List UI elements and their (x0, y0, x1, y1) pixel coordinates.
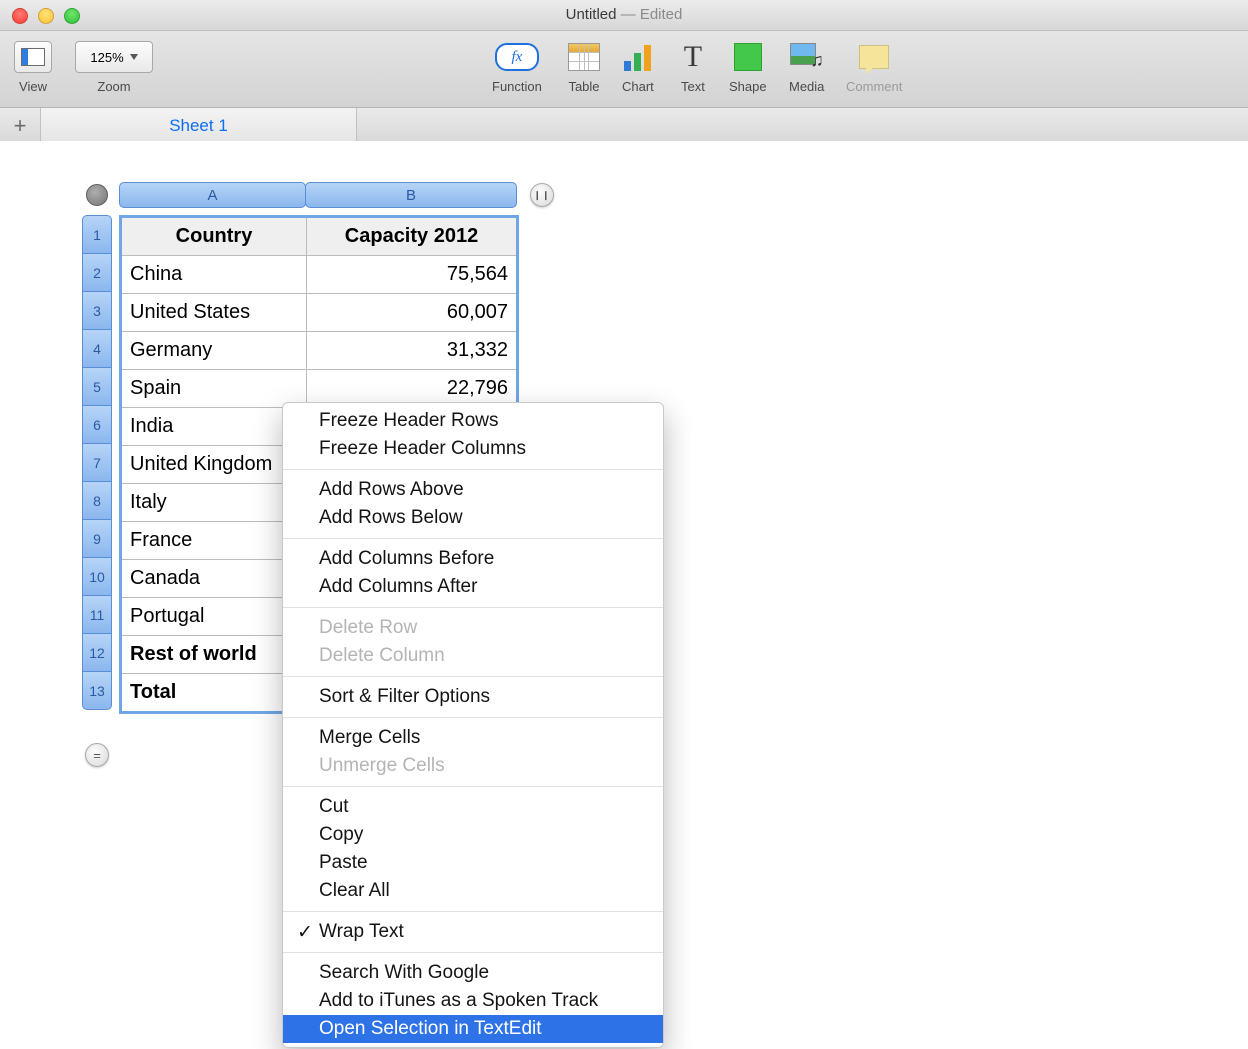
view-icon (21, 48, 45, 66)
menu-item[interactable]: Add Columns After (283, 573, 663, 601)
menu-item[interactable]: Sort & Filter Options (283, 683, 663, 711)
context-menu: Freeze Header RowsFreeze Header Columns A… (282, 402, 664, 1048)
menu-separator (283, 786, 663, 787)
cell-country[interactable]: Canada (121, 560, 307, 598)
menu-item[interactable]: Add to iTunes as a Spoken Track (283, 987, 663, 1015)
table-select-handle[interactable] (86, 184, 108, 206)
menu-item[interactable]: Clear All (283, 877, 663, 905)
sheet-tab[interactable]: Sheet 1 (41, 108, 357, 143)
menu-item: Delete Column (283, 642, 663, 670)
menu-item[interactable]: Add Rows Below (283, 504, 663, 532)
cell-country[interactable]: Germany (121, 332, 307, 370)
document-status: — Edited (621, 6, 683, 23)
column-header-b[interactable]: B (305, 182, 517, 208)
menu-item[interactable]: Add Rows Above (283, 476, 663, 504)
zoom-value: 125% (90, 50, 123, 65)
cell-country[interactable]: United States (121, 294, 307, 332)
header-country[interactable]: Country (121, 217, 307, 256)
cell-country[interactable]: Total (121, 674, 307, 713)
menu-item[interactable]: Freeze Header Columns (283, 435, 663, 463)
menu-item: Unmerge Cells (283, 752, 663, 780)
titlebar: Untitled — Edited (0, 0, 1248, 31)
toolbar: View 125% Zoom fx Function Table Chart T… (0, 31, 1248, 108)
row-header[interactable]: 6 (82, 405, 112, 444)
window-title: Untitled — Edited (0, 0, 1248, 30)
cell-country[interactable]: Italy (121, 484, 307, 522)
menu-item[interactable]: Search With Google (283, 959, 663, 987)
text-icon: T (684, 40, 702, 74)
menu-item[interactable]: Copy (283, 821, 663, 849)
view-label: View (14, 79, 52, 94)
row-header[interactable]: 7 (82, 443, 112, 482)
row-header[interactable]: 2 (82, 253, 112, 292)
row-header[interactable]: 11 (82, 595, 112, 634)
text-button[interactable]: Text (681, 79, 705, 94)
cell-country[interactable]: India (121, 408, 307, 446)
row-header[interactable]: 13 (82, 671, 112, 710)
row-header[interactable]: 10 (82, 557, 112, 596)
menu-separator (283, 676, 663, 677)
cell-capacity[interactable]: 31,332 (307, 332, 518, 370)
cell-country[interactable]: Portugal (121, 598, 307, 636)
app-window: Untitled — Edited View 125% Zoom fx Func… (0, 0, 1248, 1049)
view-button[interactable] (14, 41, 52, 73)
zoom-label: Zoom (75, 79, 153, 94)
menu-item[interactable]: Wrap Text (283, 918, 663, 946)
sheet-tabs-bar: + Sheet 1 (0, 108, 1248, 144)
comment-button[interactable]: Comment (846, 79, 902, 94)
menu-item[interactable]: Add Columns Before (283, 545, 663, 573)
row-header[interactable]: 9 (82, 519, 112, 558)
document-name: Untitled (566, 6, 617, 23)
cell-country[interactable]: United Kingdom (121, 446, 307, 484)
row-header[interactable]: 5 (82, 367, 112, 406)
row-header[interactable]: 1 (82, 215, 112, 254)
row-header[interactable]: 3 (82, 291, 112, 330)
table-button[interactable]: Table (568, 79, 600, 94)
function-icon: fx (495, 43, 539, 71)
menu-separator (283, 469, 663, 470)
add-row-handle[interactable]: = (85, 743, 109, 767)
table-row[interactable]: China75,564 (121, 256, 518, 294)
chart-button[interactable]: Chart (622, 79, 654, 94)
header-capacity[interactable]: Capacity 2012 (307, 217, 518, 256)
media-button[interactable]: Media (789, 79, 824, 94)
table-icon (568, 43, 600, 71)
menu-separator (283, 717, 663, 718)
cell-capacity[interactable]: 75,564 (307, 256, 518, 294)
add-sheet-button[interactable]: + (0, 108, 41, 143)
function-button[interactable]: Function (492, 79, 542, 94)
cell-country[interactable]: China (121, 256, 307, 294)
shape-button[interactable]: Shape (729, 79, 767, 94)
add-column-handle[interactable]: ❙❙ (530, 183, 554, 207)
menu-item[interactable]: Paste (283, 849, 663, 877)
table-row[interactable]: Germany31,332 (121, 332, 518, 370)
media-icon: ♫ (790, 43, 824, 71)
table-row[interactable]: United States60,007 (121, 294, 518, 332)
zoom-dropdown[interactable]: 125% (75, 41, 153, 73)
menu-item[interactable]: Freeze Header Rows (283, 407, 663, 435)
row-header[interactable]: 4 (82, 329, 112, 368)
menu-item[interactable]: Cut (283, 793, 663, 821)
menu-separator (283, 607, 663, 608)
menu-item[interactable]: Merge Cells (283, 724, 663, 752)
column-headers: A B (119, 182, 517, 208)
menu-separator (283, 538, 663, 539)
column-header-a[interactable]: A (119, 182, 306, 208)
spreadsheet-canvas[interactable]: ❙❙ = A B 1 2 3 4 5 6 7 8 9 10 11 12 13 C… (0, 141, 1248, 1049)
cell-country[interactable]: France (121, 522, 307, 560)
comment-icon (859, 45, 889, 69)
chart-icon (624, 43, 651, 71)
menu-item[interactable]: Open Selection in TextEdit (283, 1015, 663, 1043)
row-headers: 1 2 3 4 5 6 7 8 9 10 11 12 13 (82, 216, 112, 710)
chevron-down-icon (130, 54, 138, 60)
cell-country[interactable]: Rest of world (121, 636, 307, 674)
menu-separator (283, 911, 663, 912)
cell-capacity[interactable]: 60,007 (307, 294, 518, 332)
row-header[interactable]: 12 (82, 633, 112, 672)
menu-item: Delete Row (283, 614, 663, 642)
row-header[interactable]: 8 (82, 481, 112, 520)
menu-separator (283, 952, 663, 953)
shape-icon (734, 43, 762, 71)
cell-country[interactable]: Spain (121, 370, 307, 408)
